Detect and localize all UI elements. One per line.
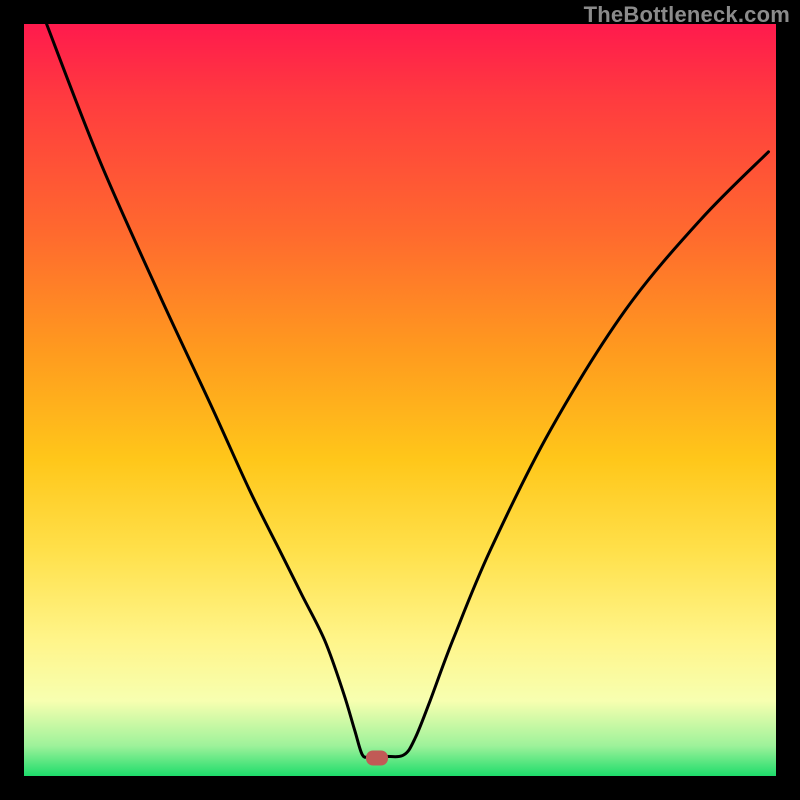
bottleneck-curve <box>24 24 776 776</box>
chart-frame: TheBottleneck.com <box>0 0 800 800</box>
optimal-point-marker <box>366 750 388 765</box>
watermark-text: TheBottleneck.com <box>584 2 790 28</box>
